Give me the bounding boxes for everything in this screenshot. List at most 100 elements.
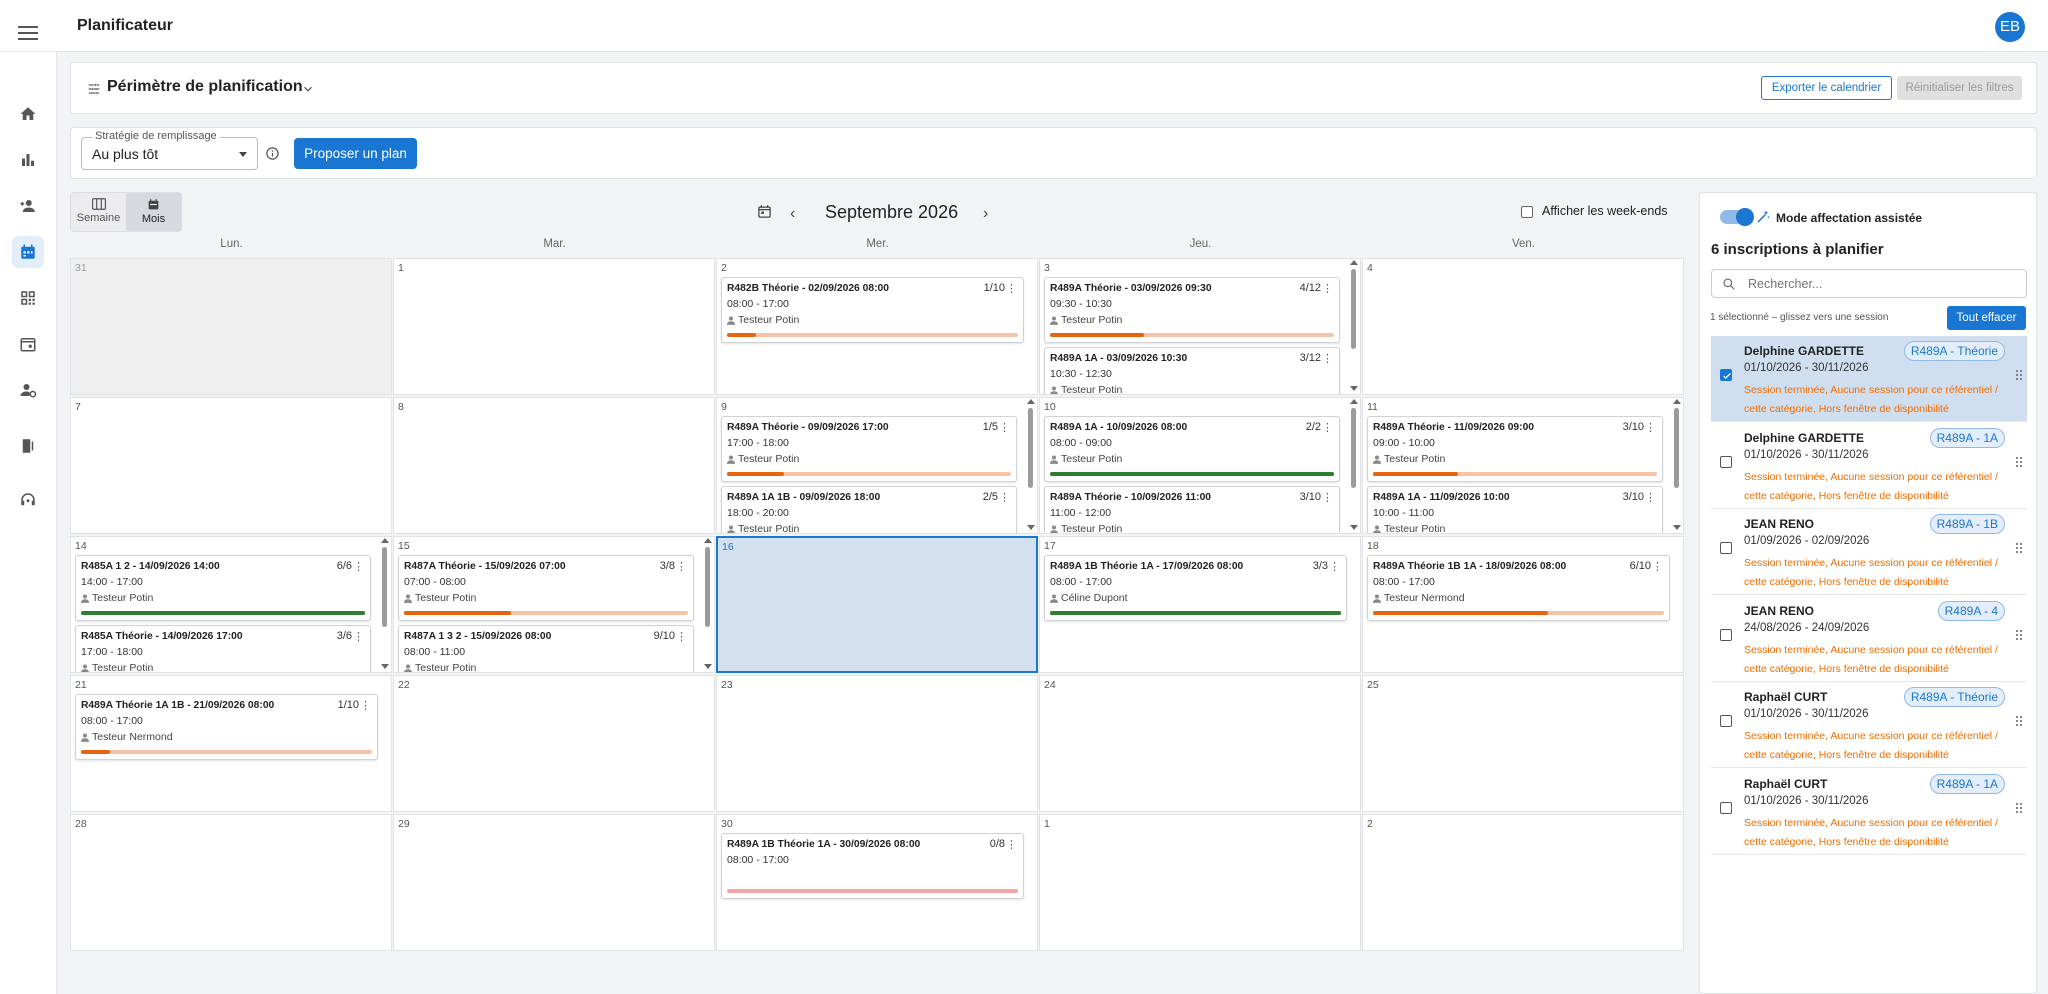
session-card[interactable]: R489A Théorie - 10/09/2026 11:00 3/10 ⋮ 11:… — [1044, 486, 1340, 533]
inscription-checkbox[interactable] — [1720, 542, 1732, 554]
scroll-up-icon[interactable] — [704, 538, 712, 543]
session-card[interactable]: R487A 1 3 2 - 15/09/2026 08:00 9/10 ⋮ 08:00… — [398, 625, 694, 672]
calendar-day-cell[interactable]: 21 R489A Théorie 1A 1B - 21/09/2026 08:00… — [70, 675, 392, 812]
drag-handle-icon[interactable] — [2015, 802, 2023, 814]
scope-title[interactable]: Périmètre de planification — [107, 78, 303, 96]
inscription-item[interactable]: Raphaël CURT 01/10/2026 - 30/11/2026 Sessi… — [1711, 769, 2027, 855]
more-options-icon[interactable]: ⋮ — [676, 630, 687, 643]
inscription-checkbox[interactable] — [1720, 369, 1732, 381]
calendar-day-cell[interactable]: 11 R489A Théorie - 11/09/2026 09:00 3/10 ⋮ 0… — [1362, 397, 1684, 534]
calendar-day-cell[interactable]: 22 — [393, 675, 715, 812]
show-weekends-label[interactable]: Afficher les week-ends — [1542, 204, 1668, 218]
session-card[interactable]: R489A Théorie 1B 1A - 18/09/2026 08:00 6/… — [1367, 555, 1670, 621]
view-week-button[interactable]: Semaine — [71, 193, 126, 231]
show-weekends-checkbox[interactable] — [1521, 206, 1533, 218]
calendar-day-cell[interactable]: 23 — [716, 675, 1038, 812]
scrollbar-thumb[interactable] — [382, 547, 387, 627]
cell-scrollbar[interactable] — [380, 537, 390, 672]
more-options-icon[interactable]: ⋮ — [1652, 560, 1663, 573]
more-options-icon[interactable]: ⋮ — [1322, 421, 1333, 434]
session-card[interactable]: R489A 1A - 11/09/2026 10:00 3/10 ⋮ 10:00 - … — [1367, 486, 1663, 533]
calendar-day-cell[interactable]: 15 R487A Théorie - 15/09/2026 07:00 3/8 ⋮ 07… — [393, 536, 715, 673]
calendar-day-cell[interactable]: 30 R489A 1B Théorie 1A - 30/09/2026 08:00… — [716, 814, 1038, 951]
calendar-day-cell[interactable]: 10 R489A 1A - 10/09/2026 08:00 2/2 ⋮ 08:00 -… — [1039, 397, 1361, 534]
calendar-day-cell[interactable]: 9 R489A Théorie - 09/09/2026 17:00 1/5 ⋮ 17:… — [716, 397, 1038, 534]
inscription-item[interactable]: JEAN RENO 01/09/2026 - 02/09/2026 Session … — [1711, 509, 2027, 595]
session-card[interactable]: R489A 1A - 10/09/2026 08:00 2/2 ⋮ 08:00 - 0… — [1044, 416, 1340, 482]
drag-handle-icon[interactable] — [2015, 542, 2023, 554]
calendar-day-cell[interactable]: 7 — [70, 397, 392, 534]
sidebar-item-manage[interactable] — [12, 374, 44, 406]
sidebar-item-exit[interactable] — [12, 430, 44, 462]
cell-scrollbar[interactable] — [1026, 398, 1036, 533]
inscription-item[interactable]: Delphine GARDETTE 01/10/2026 - 30/11/2026… — [1711, 423, 2027, 509]
assisted-mode-toggle[interactable] — [1720, 208, 1754, 226]
scroll-down-icon[interactable] — [704, 664, 712, 669]
scroll-down-icon[interactable] — [1027, 525, 1035, 530]
sidebar-item-planner[interactable] — [12, 236, 44, 268]
export-calendar-button[interactable]: Exporter le calendrier — [1761, 76, 1892, 100]
info-icon[interactable] — [265, 146, 280, 161]
inscription-item[interactable]: Raphaël CURT 01/10/2026 - 30/11/2026 Sessi… — [1711, 682, 2027, 768]
calendar-day-cell[interactable]: 4 — [1362, 258, 1684, 395]
scroll-up-icon[interactable] — [1027, 399, 1035, 404]
calendar-day-cell[interactable]: 2 R482B Théorie - 02/09/2026 08:00 1/10 ⋮ 08… — [716, 258, 1038, 395]
drag-handle-icon[interactable] — [2015, 629, 2023, 641]
chevron-right-icon[interactable]: › — [983, 205, 988, 223]
calendar-day-cell[interactable]: 18 R489A Théorie 1B 1A - 18/09/2026 08:00… — [1362, 536, 1684, 673]
scroll-down-icon[interactable] — [1673, 525, 1681, 530]
scrollbar-thumb[interactable] — [1351, 269, 1356, 349]
inscription-checkbox[interactable] — [1720, 628, 1732, 641]
sidebar-item-events[interactable] — [12, 328, 44, 360]
cell-scrollbar[interactable] — [1349, 259, 1359, 394]
drag-handle-icon[interactable] — [2015, 456, 2023, 468]
calendar-day-cell[interactable]: 2 — [1362, 814, 1684, 951]
more-options-icon[interactable]: ⋮ — [676, 560, 687, 573]
scroll-down-icon[interactable] — [1350, 525, 1358, 530]
avatar[interactable]: EB — [1995, 12, 2025, 42]
calendar-day-cell[interactable]: 3 R489A Théorie - 03/09/2026 09:30 4/12 ⋮ 09… — [1039, 258, 1361, 395]
clear-all-button[interactable]: Tout effacer — [1947, 306, 2026, 330]
scroll-up-icon[interactable] — [1673, 399, 1681, 404]
tune-icon[interactable] — [87, 82, 101, 96]
session-card[interactable]: R485A Théorie - 14/09/2026 17:00 3/6 ⋮ 17:0… — [75, 625, 371, 672]
sidebar-item-users[interactable] — [12, 190, 44, 222]
cell-scrollbar[interactable] — [1349, 398, 1359, 533]
menu-icon[interactable] — [18, 26, 38, 40]
session-card[interactable]: R489A Théorie - 09/09/2026 17:00 1/5 ⋮ 17:0… — [721, 416, 1017, 482]
view-month-button[interactable]: Mois — [126, 193, 181, 231]
session-card[interactable]: R487A Théorie - 15/09/2026 07:00 3/8 ⋮ 07:0… — [398, 555, 694, 621]
more-options-icon[interactable]: ⋮ — [353, 560, 364, 573]
scroll-down-icon[interactable] — [1350, 386, 1358, 391]
more-options-icon[interactable]: ⋮ — [353, 630, 364, 643]
session-card[interactable]: R489A 1B Théorie 1A - 17/09/2026 08:00 3/… — [1044, 555, 1347, 621]
session-card[interactable]: R482B Théorie - 02/09/2026 08:00 1/10 ⋮ 08:… — [721, 277, 1024, 343]
calendar-day-cell[interactable]: 14 R485A 1 2 - 14/09/2026 14:00 6/6 ⋮ 14:00 … — [70, 536, 392, 673]
calendar-day-cell[interactable]: 16 — [716, 536, 1038, 673]
more-options-icon[interactable]: ⋮ — [1322, 282, 1333, 295]
sidebar-item-qr[interactable] — [12, 282, 44, 314]
more-options-icon[interactable]: ⋮ — [1322, 491, 1333, 504]
reset-filters-button[interactable]: Réinitialiser les filtres — [1897, 76, 2022, 100]
calendar-day-cell[interactable]: 28 — [70, 814, 392, 951]
sidebar-item-home[interactable] — [12, 98, 44, 130]
calendar-day-cell[interactable]: 17 R489A 1B Théorie 1A - 17/09/2026 08:00… — [1039, 536, 1361, 673]
more-options-icon[interactable]: ⋮ — [1322, 352, 1333, 365]
session-card[interactable]: R489A Théorie 1A 1B - 21/09/2026 08:00 1/… — [75, 694, 378, 760]
scrollbar-thumb[interactable] — [1674, 408, 1679, 488]
session-card[interactable]: R489A Théorie - 03/09/2026 09:30 4/12 ⋮ 09:… — [1044, 277, 1340, 343]
scroll-up-icon[interactable] — [1350, 260, 1358, 265]
cell-scrollbar[interactable] — [1672, 398, 1682, 533]
session-card[interactable]: R489A 1A 1B - 09/09/2026 18:00 2/5 ⋮ 18:00 … — [721, 486, 1017, 533]
scroll-up-icon[interactable] — [381, 538, 389, 543]
drag-handle-icon[interactable] — [2015, 369, 2023, 381]
inscription-checkbox[interactable] — [1720, 715, 1732, 727]
calendar-day-cell[interactable]: 1 — [1039, 814, 1361, 951]
strategy-select[interactable]: Stratégie de remplissage Au plus tôt — [81, 130, 258, 170]
more-options-icon[interactable]: ⋮ — [1006, 282, 1017, 295]
more-options-icon[interactable]: ⋮ — [1006, 838, 1017, 851]
scroll-up-icon[interactable] — [1350, 399, 1358, 404]
more-options-icon[interactable]: ⋮ — [1645, 491, 1656, 504]
chevron-left-icon[interactable]: ‹ — [790, 205, 795, 223]
calendar-day-cell[interactable]: 29 — [393, 814, 715, 951]
